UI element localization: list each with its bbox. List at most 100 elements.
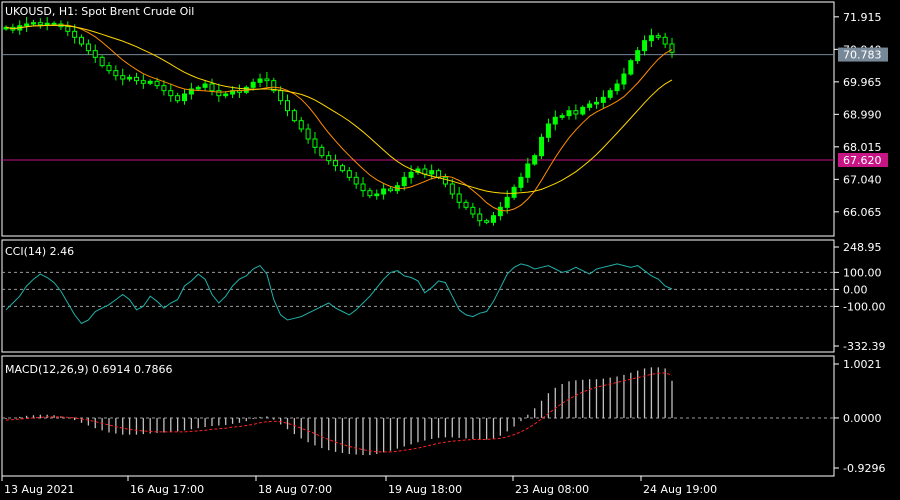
candle-body	[442, 176, 448, 185]
candle-body	[628, 60, 634, 75]
candle-body	[305, 128, 311, 140]
candle-body	[30, 22, 36, 25]
candle-body	[422, 168, 428, 175]
candle-body	[381, 188, 387, 195]
candle-body	[24, 23, 30, 27]
cci-axis-tick-label: -332.39	[843, 340, 885, 353]
macd-title: MACD(12,26,9) 0.6914 0.7866	[5, 363, 173, 376]
candle-body	[497, 206, 503, 217]
candle-body	[216, 90, 222, 97]
candle-body	[154, 80, 160, 87]
macd-axis-tick-label: 1.0021	[843, 358, 882, 371]
candle-body	[360, 183, 366, 192]
candle-body	[662, 36, 668, 45]
candle-body	[168, 90, 174, 97]
candle-body	[209, 83, 215, 92]
trading-chart-window: 71.91570.94069.96568.99068.01567.04066.0…	[0, 0, 900, 500]
candle-body	[518, 176, 524, 188]
cci-axis-tick-label: 0.00	[843, 283, 868, 296]
candle-body	[285, 100, 291, 112]
macd-signal-line	[5, 372, 673, 453]
candle-body	[85, 43, 91, 52]
candle-body	[37, 22, 43, 26]
candle-body	[72, 30, 78, 38]
macd-pane[interactable]	[2, 367, 834, 456]
candle-body	[614, 83, 620, 92]
candle-body	[456, 193, 462, 203]
candle-body	[312, 138, 318, 148]
candle-body	[92, 50, 98, 58]
candle-body	[621, 73, 627, 85]
candle-body	[250, 81, 256, 88]
candle-body	[175, 95, 181, 102]
candle-body	[552, 116, 558, 125]
candle-body	[278, 90, 284, 102]
candle-body	[600, 96, 606, 103]
candle-body	[106, 65, 112, 72]
time-axis-label: 19 Aug 18:00	[388, 483, 462, 496]
candle-body	[470, 206, 476, 215]
candle-body	[566, 110, 572, 117]
price-axis-tick-label: 68.990	[843, 108, 882, 121]
candle-body	[319, 146, 325, 157]
price-pane[interactable]	[2, 17, 834, 227]
time-axis-label: 24 Aug 19:00	[643, 483, 717, 496]
time-axis-label: 23 Aug 08:00	[515, 483, 589, 496]
candle-body	[99, 56, 105, 67]
candle-body	[545, 123, 551, 138]
cci-pane[interactable]	[2, 263, 834, 325]
time-axis-label: 13 Aug 2021	[4, 483, 74, 496]
candle-body	[120, 75, 126, 80]
candle-body	[408, 171, 414, 178]
macd-axis-tick-label: 0.0000	[843, 412, 882, 425]
candle-body	[374, 193, 380, 197]
candle-body	[298, 120, 304, 130]
candle-body	[504, 196, 510, 208]
candle-body	[113, 70, 119, 77]
chart-canvas[interactable]: 71.91570.94069.96568.99068.01567.04066.0…	[0, 0, 900, 500]
cci-axis-tick-label: 248.95	[843, 241, 882, 254]
candle-body	[161, 85, 167, 92]
candle-body	[436, 170, 442, 178]
candle-body	[539, 136, 545, 157]
candle-body	[525, 163, 531, 178]
candle-body	[642, 40, 648, 52]
candle-body	[607, 90, 613, 98]
candle-body	[477, 213, 483, 222]
candle-body	[669, 43, 675, 53]
candle-body	[65, 26, 71, 32]
current-price-badge: 70.783	[843, 49, 882, 62]
price-axis: 71.91570.94069.96568.99068.01567.04066.0…	[834, 11, 888, 475]
candle-body	[133, 76, 139, 82]
candle-body	[367, 190, 373, 197]
symbol-title: UKOUSD, H1: Spot Brent Crude Oil	[5, 5, 194, 18]
moving-average-fast	[5, 24, 673, 212]
pane-frame-1	[1, 239, 835, 353]
candle-body	[401, 176, 407, 187]
pane-frames	[1, 1, 835, 477]
candle-body	[257, 78, 263, 83]
candle-body	[195, 86, 201, 90]
candle-body	[429, 170, 435, 175]
candle-body	[490, 215, 496, 223]
candle-body	[559, 115, 565, 118]
candle-body	[593, 101, 599, 105]
candle-body	[655, 35, 661, 38]
candle-body	[353, 176, 359, 185]
candle-body	[339, 165, 345, 172]
candle-body	[127, 76, 133, 80]
candle-body	[51, 22, 57, 25]
candle-body	[44, 22, 50, 26]
cci-title: CCI(14) 2.46	[5, 245, 74, 258]
moving-average-slow	[5, 24, 673, 194]
candle-body	[587, 103, 593, 108]
cci-axis-tick-label: 100.00	[843, 266, 882, 279]
price-axis-tick-label: 68.015	[843, 141, 882, 154]
candle-body	[291, 110, 297, 122]
pane-frame-0	[1, 1, 835, 237]
time-axis-label: 16 Aug 17:00	[130, 483, 204, 496]
candle-body	[182, 93, 188, 102]
candle-body	[463, 201, 469, 208]
time-axis: 13 Aug 2021 16 Aug 17:00 18 Aug 07:00 19 Au…	[1, 476, 717, 496]
macd-axis-tick-label: -0.9296	[843, 462, 885, 475]
